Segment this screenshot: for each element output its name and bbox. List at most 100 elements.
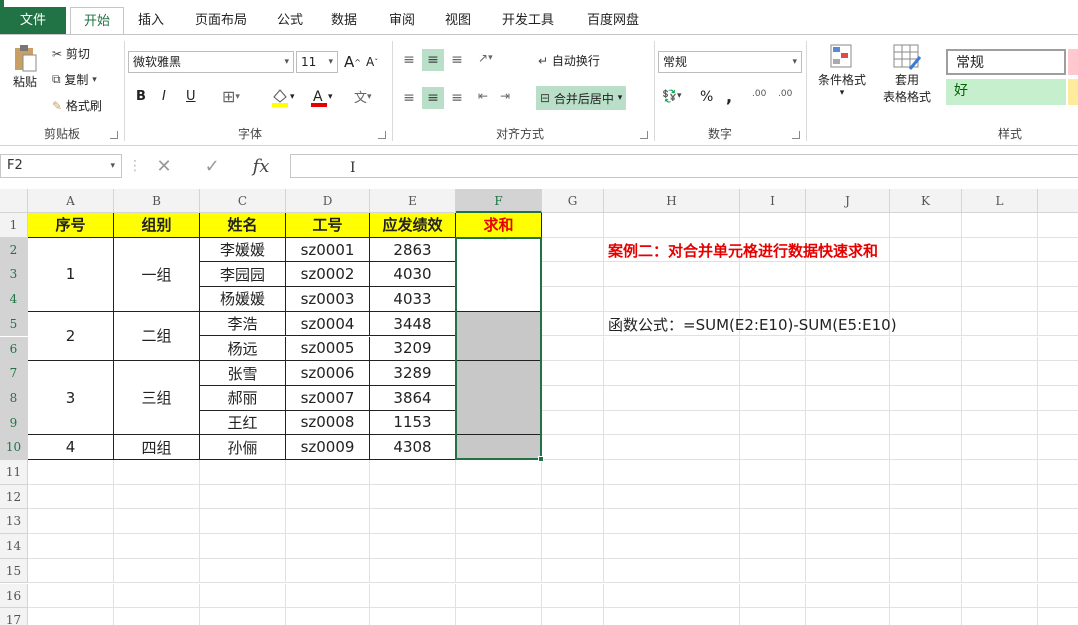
cell[interactable]	[542, 361, 604, 386]
table-cell-id[interactable]: sz0009	[286, 435, 370, 460]
table-cell-perf[interactable]: 4033	[370, 287, 456, 312]
cell[interactable]	[740, 361, 806, 386]
column-header-A[interactable]: A	[28, 189, 114, 213]
cell[interactable]	[740, 534, 806, 559]
bold-button[interactable]: B	[136, 89, 146, 104]
merge-center-button[interactable]: ⊟ 合并后居中 ▾	[536, 86, 627, 110]
cell[interactable]	[962, 262, 1038, 288]
cell[interactable]	[542, 287, 604, 312]
cell[interactable]	[200, 558, 286, 584]
cell[interactable]	[890, 361, 962, 386]
cell[interactable]	[806, 435, 890, 460]
cell[interactable]	[200, 509, 286, 535]
cell[interactable]	[200, 534, 286, 559]
row-header-10[interactable]: 10	[0, 435, 28, 460]
cell[interactable]	[740, 262, 806, 288]
cell[interactable]	[1038, 213, 1078, 238]
font-launcher-icon[interactable]	[378, 131, 386, 139]
cell[interactable]	[370, 558, 456, 584]
tab-baidu-pan[interactable]: 百度网盘	[576, 7, 650, 34]
cell[interactable]	[890, 435, 962, 460]
table-cell-name[interactable]: 李浩	[200, 311, 286, 337]
cell[interactable]	[806, 460, 890, 485]
format-painter-button[interactable]: ✎ 格式刷	[52, 97, 102, 114]
cell[interactable]	[740, 336, 806, 362]
table-cell-perf[interactable]: 3289	[370, 361, 456, 386]
cell[interactable]	[962, 361, 1038, 386]
cell[interactable]	[370, 509, 456, 535]
font-size-select[interactable]: 11 ▾	[296, 51, 338, 73]
cell[interactable]	[890, 558, 962, 584]
cell[interactable]	[542, 534, 604, 559]
cell[interactable]	[604, 608, 740, 625]
cell[interactable]	[604, 509, 740, 535]
phonetic-button[interactable]: 文 ▾	[354, 87, 372, 106]
cell[interactable]	[740, 583, 806, 609]
cell[interactable]	[200, 583, 286, 609]
table-cell-name[interactable]: 杨媛媛	[200, 287, 286, 312]
cell[interactable]	[370, 484, 456, 510]
row-header-16[interactable]: 16	[0, 583, 28, 609]
cell[interactable]	[604, 213, 740, 238]
border-button[interactable]: ⊞ ▾	[222, 87, 240, 106]
cancel-icon[interactable]: ✕	[156, 156, 171, 177]
cell[interactable]	[962, 509, 1038, 535]
group-number-cell[interactable]: 1	[28, 237, 114, 312]
formula-input[interactable]	[290, 154, 1078, 178]
cell[interactable]	[542, 213, 604, 238]
cell[interactable]	[962, 213, 1038, 238]
group-name-cell[interactable]: 三组	[114, 361, 200, 436]
align-bottom-button[interactable]: ≡	[446, 49, 468, 71]
number-format-select[interactable]: 常规 ▾	[658, 51, 802, 73]
cell[interactable]	[806, 262, 890, 288]
sum-merged-cell[interactable]	[456, 237, 542, 312]
cell[interactable]	[890, 410, 962, 436]
select-all-corner[interactable]	[0, 189, 28, 213]
column-header-K[interactable]: K	[890, 189, 962, 213]
table-cell-name[interactable]: 孙俪	[200, 435, 286, 460]
column-header-E[interactable]: E	[370, 189, 456, 213]
percent-button[interactable]: %	[700, 89, 713, 105]
decrease-indent-button[interactable]: ⇤	[478, 89, 488, 103]
cell[interactable]	[806, 534, 890, 559]
cell[interactable]	[806, 509, 890, 535]
fill-color-button[interactable]: ▾	[270, 87, 295, 107]
tab-developer[interactable]: 开发工具	[492, 7, 564, 34]
column-header-G[interactable]: G	[542, 189, 604, 213]
cell[interactable]	[28, 509, 114, 535]
column-header-I[interactable]: I	[740, 189, 806, 213]
font-color-button[interactable]: A ▾	[310, 87, 333, 107]
cell[interactable]	[604, 484, 740, 510]
group-number-cell[interactable]: 4	[28, 435, 114, 460]
cell[interactable]	[740, 608, 806, 625]
column-header-B[interactable]: B	[114, 189, 200, 213]
table-cell-id[interactable]: sz0006	[286, 361, 370, 386]
cell[interactable]	[1038, 559, 1078, 584]
row-header-15[interactable]: 15	[0, 558, 28, 584]
cell[interactable]	[200, 460, 286, 485]
grow-font-button[interactable]: A ^	[344, 53, 361, 71]
cell[interactable]	[1038, 608, 1078, 625]
cell[interactable]	[890, 583, 962, 609]
table-cell-id[interactable]: sz0007	[286, 385, 370, 411]
cell[interactable]	[740, 410, 806, 436]
cell[interactable]	[370, 460, 456, 485]
enter-icon[interactable]: ✓	[205, 156, 220, 177]
cell[interactable]	[286, 534, 370, 559]
table-cell-perf[interactable]: 4308	[370, 435, 456, 460]
table-cell-name[interactable]: 李媛媛	[200, 237, 286, 263]
conditional-format-button[interactable]: 条件格式 ▾	[810, 43, 874, 98]
align-center-button[interactable]: ≡	[422, 87, 444, 109]
cell[interactable]	[890, 484, 962, 510]
table-cell-perf[interactable]: 3864	[370, 385, 456, 411]
increase-decimal-button[interactable]: .00	[752, 89, 766, 99]
table-header-cell[interactable]: 工号	[286, 213, 370, 238]
cell[interactable]	[28, 558, 114, 584]
table-cell-name[interactable]: 张雪	[200, 361, 286, 386]
font-name-select[interactable]: 微软雅黑 ▾	[128, 51, 294, 73]
cell[interactable]	[806, 385, 890, 411]
table-cell-perf[interactable]: 4030	[370, 262, 456, 288]
comma-button[interactable]: ,	[726, 87, 732, 106]
cell[interactable]	[890, 237, 962, 263]
cell[interactable]	[604, 262, 740, 288]
